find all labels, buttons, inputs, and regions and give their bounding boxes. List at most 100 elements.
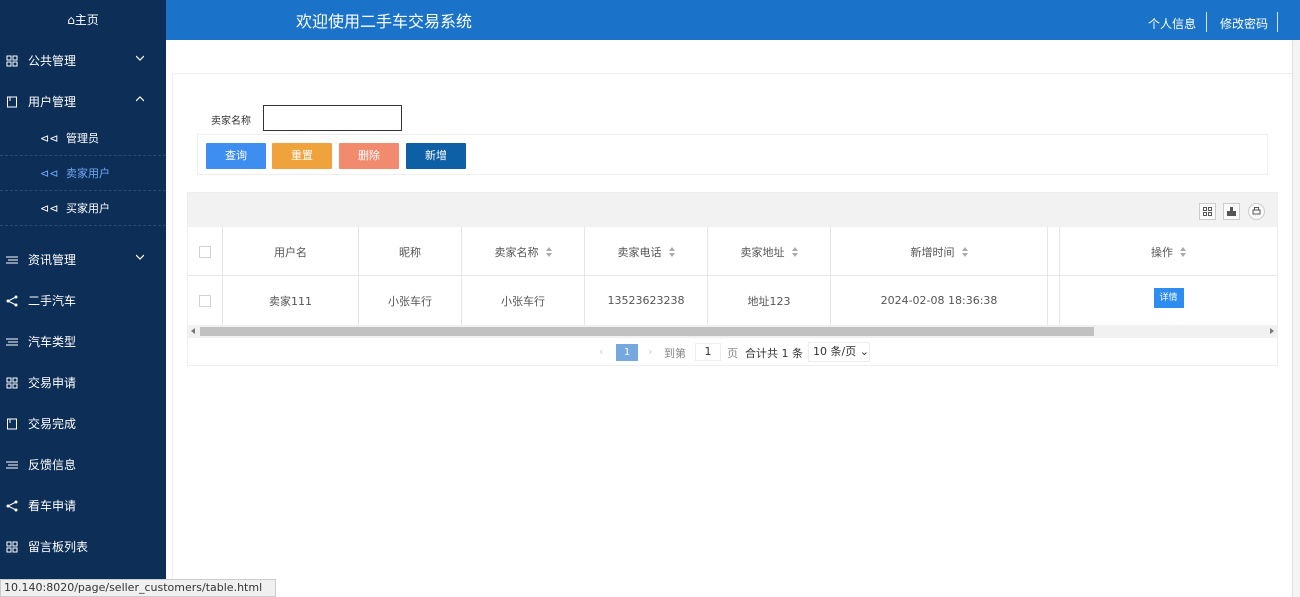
change-password-link[interactable]: 修改密码 xyxy=(1220,15,1268,32)
pagination: ‹ 1 › 到第 1 页 合计共 1 条 10 条/页 ⌄ xyxy=(188,340,1277,366)
delete-button[interactable]: 删除 xyxy=(339,143,399,169)
home-link[interactable]: ⌂主页 xyxy=(0,0,166,40)
profile-link[interactable]: 个人信息 xyxy=(1148,15,1196,32)
header-divider xyxy=(1206,12,1207,32)
page-size-select[interactable]: 10 条/页 ⌄ xyxy=(808,342,870,362)
current-page[interactable]: 1 xyxy=(616,344,638,361)
column-header[interactable]: 用户名 xyxy=(223,227,359,276)
menu-label: 交易完成 xyxy=(28,417,77,431)
top-header: 欢迎使用二手车交易系统 个人信息 修改密码 xyxy=(166,0,1300,40)
total-count: 合计共 1 条 xyxy=(745,347,803,360)
grid-icon xyxy=(6,541,18,553)
sort-icon[interactable] xyxy=(1180,246,1186,257)
grid-icon xyxy=(6,377,18,389)
seller-name-label: 卖家名称 xyxy=(211,116,251,127)
menu-user-management[interactable]: 用户管理 xyxy=(0,81,166,122)
column-label: 操作 xyxy=(1151,245,1173,259)
sort-icon[interactable] xyxy=(545,246,552,257)
reset-button[interactable]: 重置 xyxy=(272,143,332,169)
column-label: 卖家电话 xyxy=(617,245,662,259)
column-header[interactable]: 卖家电话 xyxy=(585,227,708,276)
column-header[interactable]: 卖家名称 xyxy=(462,227,585,276)
action-bar: 查询 重置 删除 新增 xyxy=(197,134,1268,175)
prev-page-icon[interactable]: ‹ xyxy=(599,345,603,358)
grid-icon xyxy=(6,55,18,67)
menu-news-management[interactable]: 资讯管理 xyxy=(0,239,166,280)
sort-icon[interactable] xyxy=(791,246,798,257)
sidebar-item-buyer-users[interactable]: ⊲⊲ 买家用户 xyxy=(0,191,166,226)
print-icon[interactable] xyxy=(1248,203,1265,220)
main-content: 卖家名称 查询 重置 删除 新增 用户名 昵称 卖家名称 卖家电话 卖家地址 新… xyxy=(172,73,1292,597)
sort-icon[interactable] xyxy=(961,246,968,257)
double-left-icon: ⊲⊲ xyxy=(40,166,59,180)
double-left-icon: ⊲⊲ xyxy=(40,131,59,145)
table-toolbar xyxy=(188,193,1277,227)
row-checkbox[interactable] xyxy=(199,294,211,307)
menu-label: 汽车类型 xyxy=(28,335,77,349)
seller-name-input[interactable] xyxy=(263,105,402,131)
menu-label: 看车申请 xyxy=(28,499,77,513)
chevron-down-icon xyxy=(136,55,144,61)
column-label: 用户名 xyxy=(274,245,307,259)
menu-car-types[interactable]: 汽车类型 xyxy=(0,321,166,362)
app-title: 欢迎使用二手车交易系统 xyxy=(296,12,473,31)
export-icon[interactable] xyxy=(1223,203,1240,220)
chevron-down-icon xyxy=(136,254,144,260)
column-label: 昵称 xyxy=(399,245,421,259)
menu-used-cars[interactable]: 二手汽车 xyxy=(0,280,166,321)
column-header[interactable]: 新增时间 xyxy=(831,227,1048,276)
chevron-up-icon xyxy=(136,96,144,102)
menu-trade-requests[interactable]: 交易申请 xyxy=(0,362,166,403)
goto-page-input[interactable]: 1 xyxy=(695,343,721,361)
sub-label: 管理员 xyxy=(66,132,99,145)
menu-label: 留言板列表 xyxy=(28,540,89,554)
column-header xyxy=(1048,227,1060,276)
share-icon xyxy=(6,295,18,307)
vertical-scrollbar[interactable] xyxy=(1292,40,1300,597)
chevron-down-icon: ⌄ xyxy=(859,345,869,358)
menu-label: 反馈信息 xyxy=(28,458,77,472)
menu-label: 二手汽车 xyxy=(28,294,77,308)
menu-label: 用户管理 xyxy=(28,95,77,109)
table-cell: 小张车行 xyxy=(462,276,585,325)
sidebar-item-seller-users[interactable]: ⊲⊲ 卖家用户 xyxy=(0,156,166,191)
table-cell: 地址123 xyxy=(708,276,831,325)
menu-message-board[interactable]: 留言板列表 xyxy=(0,526,166,567)
data-table: 用户名 昵称 卖家名称 卖家电话 卖家地址 新增时间 操作 卖家111 小张车行… xyxy=(187,192,1278,366)
scroll-left-icon[interactable] xyxy=(191,328,195,334)
page-unit-label: 页 xyxy=(727,347,738,360)
columns-icon[interactable] xyxy=(1199,203,1216,220)
table-cell: 小张车行 xyxy=(359,276,462,325)
header-checkbox-cell xyxy=(188,227,223,276)
row-checkbox-cell xyxy=(188,276,223,325)
add-button[interactable]: 新增 xyxy=(406,143,466,169)
horizontal-scrollbar[interactable] xyxy=(188,325,1277,338)
sub-label: 买家用户 xyxy=(66,202,110,215)
select-all-checkbox[interactable] xyxy=(199,245,211,258)
query-button[interactable]: 查询 xyxy=(206,143,266,169)
column-header[interactable]: 卖家地址 xyxy=(708,227,831,276)
list-icon xyxy=(6,336,18,348)
menu-label: 公共管理 xyxy=(28,54,77,68)
column-header[interactable]: 昵称 xyxy=(359,227,462,276)
sort-icon[interactable] xyxy=(668,246,675,257)
table-header: 用户名 昵称 卖家名称 卖家电话 卖家地址 新增时间 操作 xyxy=(188,227,1277,276)
column-header[interactable]: 操作 xyxy=(1060,227,1277,276)
sidebar-item-admin[interactable]: ⊲⊲ 管理员 xyxy=(0,121,166,156)
menu-label: 资讯管理 xyxy=(28,253,77,267)
column-label: 卖家地址 xyxy=(740,245,785,259)
goto-label: 到第 xyxy=(664,347,686,360)
sidebar: ⌂主页 公共管理 用户管理 ⊲⊲ 管理员 ⊲⊲ 卖家用户 ⊲⊲ 买家用户 资讯管… xyxy=(0,0,166,597)
menu-viewing-requests[interactable]: 看车申请 xyxy=(0,485,166,526)
status-url: 10.140:8020/page/seller_customers/table.… xyxy=(0,579,276,597)
page-size-value: 10 条/页 xyxy=(813,345,857,358)
next-page-icon[interactable]: › xyxy=(648,345,652,358)
sub-label: 卖家用户 xyxy=(66,167,110,180)
scroll-right-icon[interactable] xyxy=(1270,328,1274,334)
menu-trade-completed[interactable]: 交易完成 xyxy=(0,403,166,444)
menu-feedback[interactable]: 反馈信息 xyxy=(0,444,166,485)
scroll-thumb[interactable] xyxy=(200,327,1094,336)
detail-button[interactable]: 详情 xyxy=(1153,287,1184,308)
menu-public-management[interactable]: 公共管理 xyxy=(0,40,166,81)
table-row: 卖家111 小张车行 小张车行 13523623238 地址123 2024-0… xyxy=(188,276,1277,325)
